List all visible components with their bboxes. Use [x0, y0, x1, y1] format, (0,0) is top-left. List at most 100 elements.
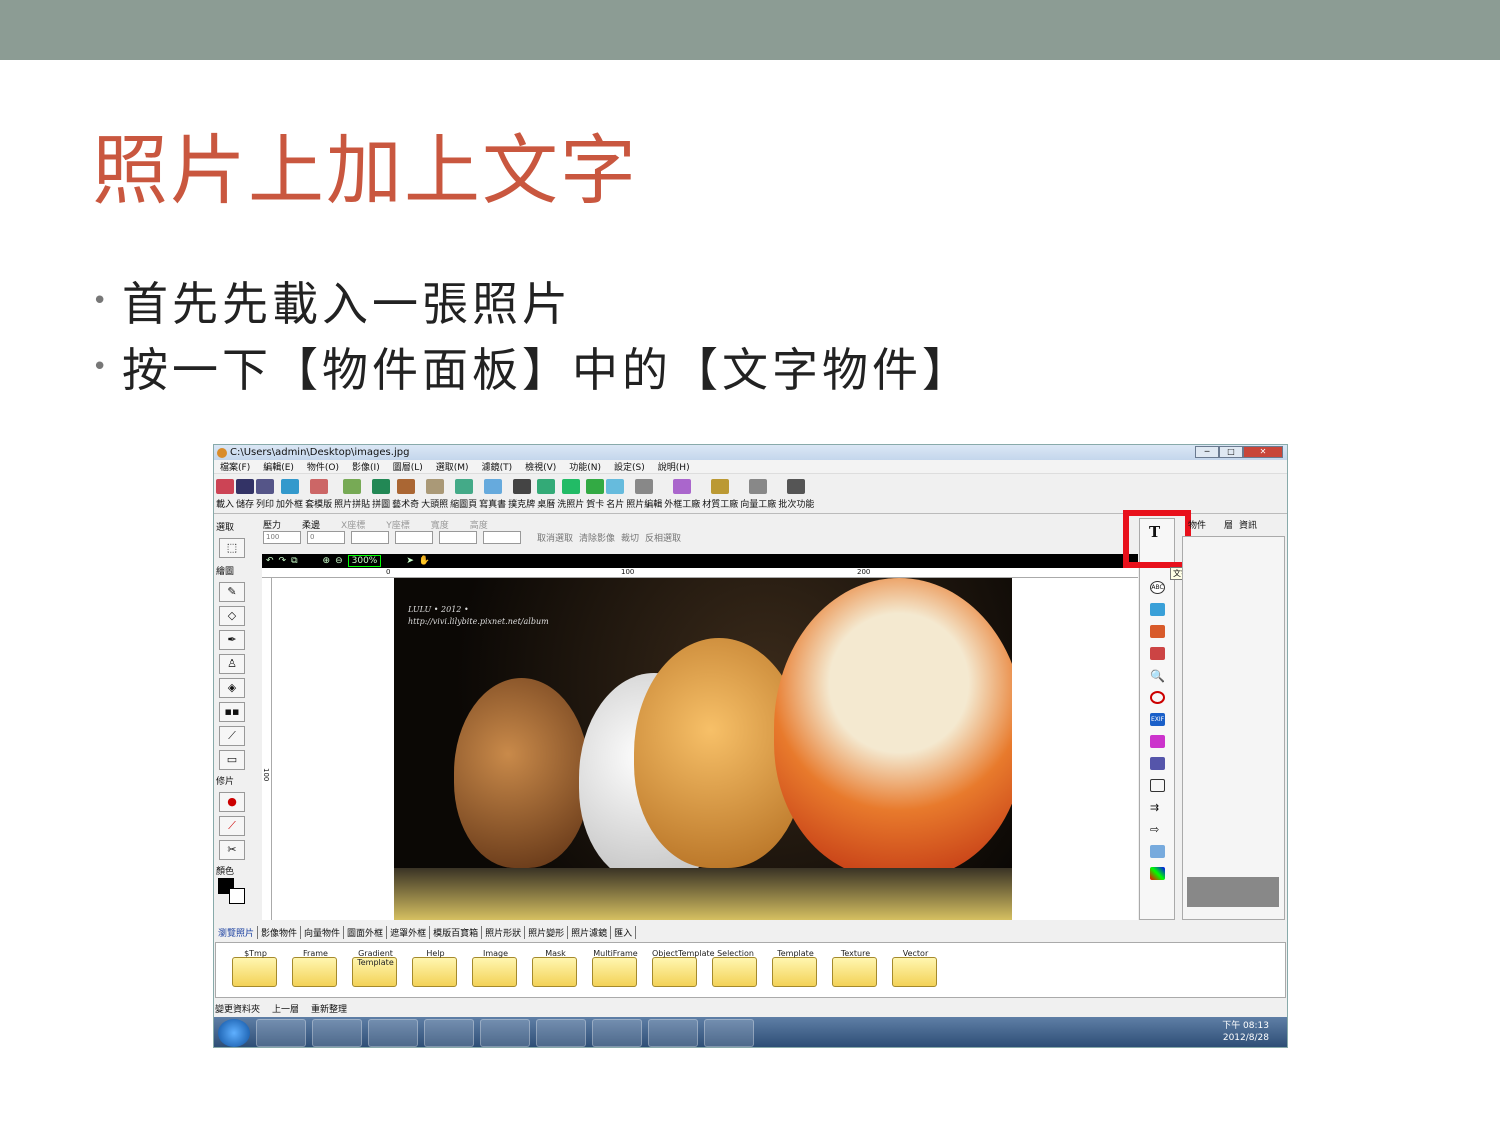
copy-icon[interactable]: ⧉ [291, 556, 297, 566]
start-button[interactable] [218, 1019, 250, 1047]
toolbar-button[interactable]: 拼圖 [372, 479, 390, 510]
bottom-tab[interactable]: 圖面外框 [344, 926, 388, 939]
mosaic-icon[interactable] [1150, 867, 1165, 880]
toolbar-button[interactable]: 列印 [256, 479, 274, 510]
height-stepper[interactable] [483, 531, 521, 544]
arrow-icon[interactable]: ⇨ [1150, 823, 1165, 836]
bottom-tab[interactable]: 匯入 [611, 926, 637, 939]
tab-layers[interactable]: 層 [1224, 518, 1233, 532]
maximize-button[interactable]: □ [1219, 446, 1243, 458]
invert-selection-button[interactable]: 反相選取 [645, 531, 681, 544]
bottom-tab[interactable]: 影像物件 [258, 926, 302, 939]
cake-icon[interactable] [1150, 735, 1165, 748]
zoom-level[interactable]: 300% [347, 555, 382, 567]
pen-tool[interactable]: ✒ [219, 630, 245, 650]
menu-item[interactable]: 設定(S) [614, 460, 645, 473]
cancel-selection-button[interactable]: 取消選取 [537, 531, 573, 544]
speech-bubble-icon[interactable] [1150, 779, 1165, 792]
media-taskbar-icon[interactable] [368, 1019, 418, 1047]
photo-hot-air-balloons[interactable]: LULU • 2012 • http://vivi.lilybite.pixnet… [394, 578, 1012, 920]
explorer-taskbar-icon[interactable] [312, 1019, 362, 1047]
y-stepper[interactable] [395, 531, 433, 544]
layers-icon[interactable] [1150, 647, 1165, 660]
brush-tool[interactable]: ⟋ [219, 816, 245, 836]
stamp-tool[interactable]: ♙ [219, 654, 245, 674]
photoimpact-taskbar-icon[interactable] [536, 1019, 586, 1047]
acrobat-taskbar-icon[interactable] [648, 1019, 698, 1047]
folder-item[interactable]: Frame [292, 949, 339, 989]
zoom-in-icon[interactable]: ⊕ [323, 556, 331, 566]
toolbar-button[interactable]: 大頭照 [421, 479, 448, 510]
menu-item[interactable]: 選取(M) [436, 460, 469, 473]
zoom-out-icon[interactable]: ⊖ [335, 556, 343, 566]
menu-item[interactable]: 物件(O) [307, 460, 339, 473]
hand-icon[interactable]: ✋ [419, 556, 430, 566]
bottom-tab[interactable]: 模版百寶箱 [430, 926, 483, 939]
menu-item[interactable]: 編輯(E) [263, 460, 294, 473]
toolbar-button[interactable]: 縮圖頁 [450, 479, 477, 510]
toolbar-button[interactable]: 批次功能 [778, 479, 814, 510]
refresh-button[interactable]: 重新整理 [311, 1002, 347, 1015]
shape-tool[interactable]: ▭ [219, 750, 245, 770]
folder-item[interactable]: Template [772, 949, 819, 989]
tab-info[interactable]: 資訊 [1239, 518, 1257, 532]
canvas-area[interactable]: LULU • 2012 • http://vivi.lilybite.pixnet… [272, 578, 1138, 920]
clone-tool[interactable]: ✂ [219, 840, 245, 860]
folder-item[interactable]: Mask [532, 949, 579, 989]
toolbar-button[interactable]: 寫真書 [479, 479, 506, 510]
tab-objects[interactable]: 物件 [1188, 518, 1206, 532]
title-bar[interactable]: C:\Users\admin\Desktop\images.jpg ─ □ ✕ [214, 445, 1287, 460]
background-color-swatch[interactable] [229, 888, 245, 904]
abc-icon[interactable]: ABC [1150, 581, 1165, 594]
toolbar-button[interactable]: 洗照片 [557, 479, 584, 510]
folder-item[interactable]: Image [472, 949, 519, 989]
menu-item[interactable]: 圖層(L) [393, 460, 423, 473]
bottom-tab[interactable]: 照片濾鏡 [568, 926, 612, 939]
shape-object-icon[interactable] [1150, 845, 1165, 858]
menu-item[interactable]: 影像(I) [352, 460, 380, 473]
toolbar-button[interactable]: 藝术奇 [392, 479, 419, 510]
ie-taskbar-icon[interactable] [256, 1019, 306, 1047]
bottom-tab[interactable]: 遮罩外框 [387, 926, 431, 939]
eraser-tool[interactable]: ◇ [219, 606, 245, 626]
bottom-tab[interactable]: 照片形狀 [482, 926, 526, 939]
chrome-taskbar-icon[interactable] [480, 1019, 530, 1047]
system-clock[interactable]: 下午 08:13 2012/8/28 [1222, 1020, 1269, 1044]
undo-icon[interactable]: ↶ [266, 556, 274, 566]
minimize-button[interactable]: ─ [1195, 446, 1219, 458]
x-stepper[interactable] [351, 531, 389, 544]
lines-icon[interactable]: ⇉ [1150, 801, 1165, 814]
toolbar-button[interactable]: 載入 [216, 479, 234, 510]
crop-button[interactable]: 裁切 [621, 531, 639, 544]
photocap-taskbar-icon[interactable] [704, 1019, 754, 1047]
toolbar-button[interactable]: 桌曆 [537, 479, 555, 510]
toolbar-button[interactable]: 照片編輯 [626, 479, 662, 510]
fill-tool[interactable]: ◈ [219, 678, 245, 698]
magnifier-icon[interactable]: 🔍 [1150, 669, 1165, 683]
folder-item[interactable]: Vector [892, 949, 939, 989]
folder-item[interactable]: Help [412, 949, 459, 989]
folder-item[interactable]: Texture [832, 949, 879, 989]
calendar-icon[interactable] [1150, 757, 1165, 770]
redeye-tool[interactable]: ● [219, 792, 245, 812]
menu-item[interactable]: 濾鏡(T) [482, 460, 513, 473]
toolbar-button[interactable]: 套模版 [305, 479, 332, 510]
close-button[interactable]: ✕ [1243, 446, 1283, 458]
folder-item[interactable]: $Tmp [232, 949, 279, 989]
powerpoint-taskbar-icon[interactable] [592, 1019, 642, 1047]
rect-select-tool[interactable]: ⬚ [219, 538, 245, 558]
image-object-icon[interactable] [1150, 603, 1165, 616]
toolbar-button[interactable]: 材質工廠 [702, 479, 738, 510]
toolbar-button[interactable]: 加外框 [276, 479, 303, 510]
folder-item[interactable]: ObjectTemplate [652, 949, 715, 989]
toolbar-button[interactable]: 照片拼貼 [334, 479, 370, 510]
toolbar-button[interactable]: 撲克牌 [508, 479, 535, 510]
toolbar-button[interactable]: 名片 [606, 479, 624, 510]
frame-object-icon[interactable] [1150, 625, 1165, 638]
folder-item[interactable]: Gradient Template [352, 949, 399, 989]
pressure-stepper[interactable]: 100 [263, 531, 301, 544]
toolbar-button[interactable]: 外框工廠 [664, 479, 700, 510]
clock-icon[interactable] [1150, 691, 1165, 704]
layer-thumbnail[interactable] [1187, 877, 1279, 907]
folder-item[interactable]: Selection [712, 949, 759, 989]
